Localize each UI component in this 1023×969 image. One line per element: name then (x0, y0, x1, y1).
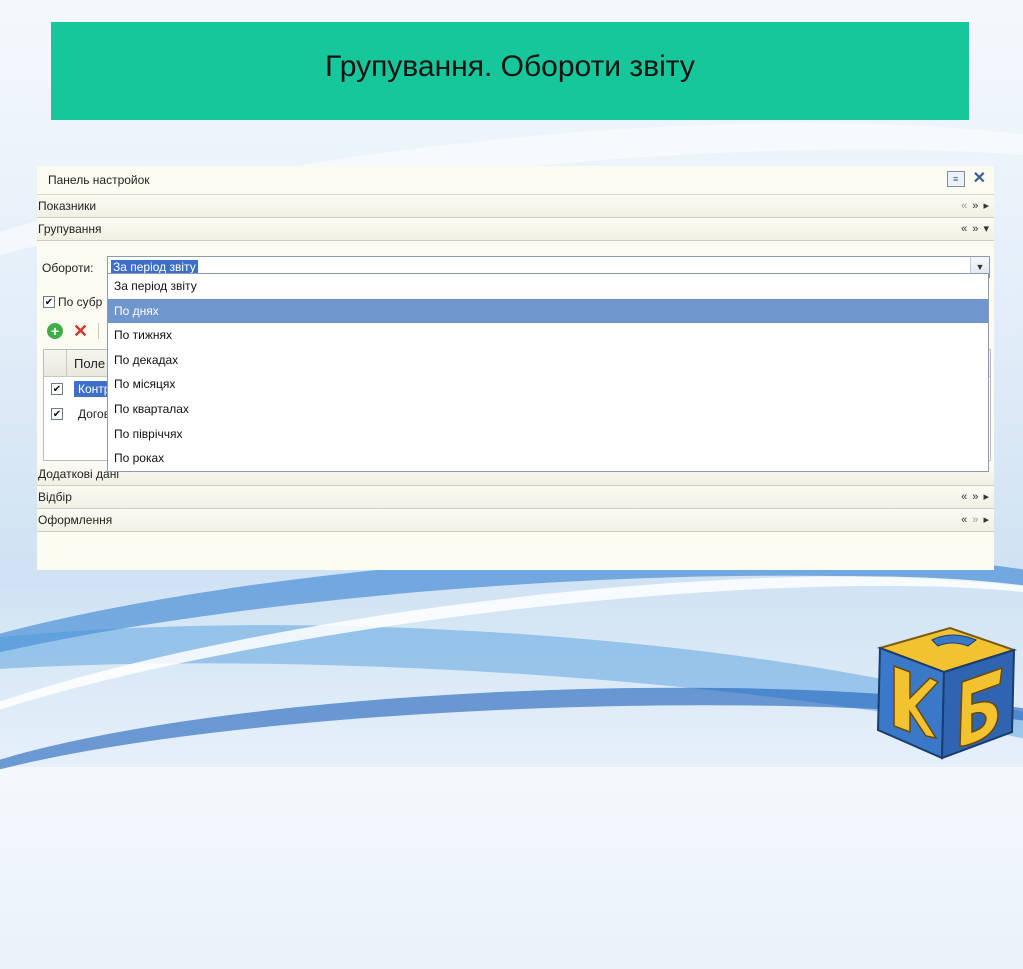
section-arrows-icon[interactable]: « » ▸ (961, 199, 990, 212)
table-header-field[interactable]: Поле (74, 356, 105, 371)
dropdown-option[interactable]: По роках (108, 446, 988, 471)
background-swoosh (0, 590, 1023, 969)
dropdown-option[interactable]: По декадах (108, 348, 988, 373)
dropdown-option[interactable]: По кварталах (108, 397, 988, 422)
close-icon[interactable]: ✕ (973, 171, 986, 187)
slide-title-bar: Групування. Обороти звіту (51, 22, 969, 120)
add-icon[interactable]: + (47, 323, 63, 339)
toolbar-separator (98, 323, 100, 339)
delete-icon[interactable]: ✕ (73, 322, 88, 340)
section-grouping-label: Групування (38, 222, 102, 236)
section-arrows-icon[interactable]: « » ▸ (961, 490, 990, 503)
panel-header: Панель настройок ≡ ✕ (37, 166, 994, 195)
logo-icon (876, 626, 1018, 760)
section-indicators-label: Показники (38, 199, 97, 213)
subrow-checkbox-label: По субр (58, 295, 103, 309)
dropdown-option-selected[interactable]: По днях (108, 298, 988, 324)
panel-header-title: Панель настройок (48, 173, 150, 187)
oboroty-label: Обороти: (42, 261, 94, 275)
subrow-checkbox[interactable]: ✔ По субр (43, 295, 102, 309)
background-swoosh (0, 667, 1023, 931)
panel-header-icons: ≡ ✕ (946, 171, 986, 187)
settings-icon[interactable]: ≡ (946, 171, 965, 187)
section-filter[interactable]: Відбір « » ▸ (37, 486, 994, 509)
dropdown-option[interactable]: По тижнях (108, 323, 988, 348)
section-design-label: Оформлення (38, 513, 113, 527)
section-filter-label: Відбір (38, 490, 72, 504)
grid-toolbar: + ✕ (47, 322, 100, 340)
dropdown-option[interactable]: За період звіту (108, 274, 988, 299)
table-header-check-column (44, 350, 67, 376)
dropdown-option[interactable]: По півріччях (108, 422, 988, 447)
checkbox-checked-icon[interactable]: ✔ (51, 383, 63, 395)
slide-title: Групування. Обороти звіту (325, 50, 695, 83)
section-grouping[interactable]: Групування « » ▾ (37, 218, 994, 241)
section-arrows-icon[interactable]: « » ▾ (961, 222, 990, 235)
section-indicators[interactable]: Показники « » ▸ (37, 195, 994, 218)
oboroty-dropdown-list: За період звіту По днях По тижнях По дек… (107, 273, 989, 472)
section-arrows-icon[interactable]: « » ▸ (961, 513, 990, 526)
checkbox-checked-icon[interactable]: ✔ (43, 296, 55, 308)
checkbox-checked-icon[interactable]: ✔ (51, 408, 63, 420)
dropdown-option[interactable]: По місяцях (108, 372, 988, 397)
background-swoosh (0, 521, 1023, 911)
section-design[interactable]: Оформлення « » ▸ (37, 509, 994, 532)
